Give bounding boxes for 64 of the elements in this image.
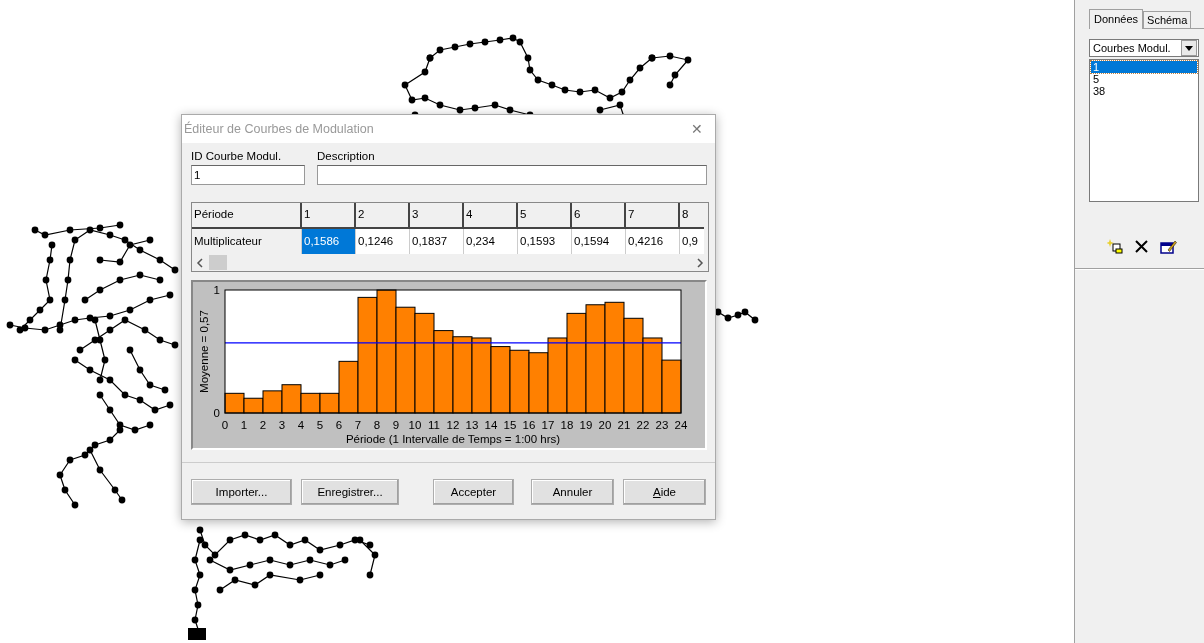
close-button[interactable]: ✕ xyxy=(683,121,711,137)
field-label: ID Courbe Modul. xyxy=(191,150,283,162)
x-tick-label: 13 xyxy=(465,419,479,431)
description-field[interactable] xyxy=(317,165,707,185)
x-tick-label: 15 xyxy=(503,419,517,431)
x-tick-label: 16 xyxy=(522,419,536,431)
panel-tab[interactable]: Schéma xyxy=(1143,11,1192,28)
multiplier-cell[interactable]: 0,9 xyxy=(680,229,704,254)
x-tick-label: 18 xyxy=(560,419,574,431)
dialog-button[interactable]: Accepter xyxy=(433,479,514,505)
x-tick-label: 20 xyxy=(598,419,612,431)
caret-icon xyxy=(1185,45,1193,51)
scroll-right-icon[interactable] xyxy=(697,257,704,268)
x-tick-label: 19 xyxy=(579,419,593,431)
x-tick-label: 23 xyxy=(655,419,669,431)
x-tick-label: 12 xyxy=(446,419,460,431)
y-tick-label: 1 xyxy=(213,284,220,296)
row-header: Multiplicateur xyxy=(192,229,302,254)
scrollbar-thumb[interactable] xyxy=(209,255,227,270)
list-item[interactable]: 38 xyxy=(1091,85,1197,97)
field-label: Description xyxy=(317,150,376,162)
panel-tab[interactable]: Données xyxy=(1089,9,1144,29)
scroll-left-icon[interactable] xyxy=(196,257,203,268)
y-tick-label: 0 xyxy=(213,407,220,419)
curve-id-field[interactable]: 1 xyxy=(191,165,305,185)
list-item[interactable]: 5 xyxy=(1091,73,1197,85)
x-tick-label: 10 xyxy=(408,419,422,431)
x-tick-label: 7 xyxy=(354,419,362,431)
multiplier-cell[interactable]: 0,1837 xyxy=(410,229,464,254)
x-tick-label: 0 xyxy=(221,419,229,431)
dialog-button[interactable]: Annuler xyxy=(531,479,614,505)
dialog-button[interactable]: Aide xyxy=(623,479,706,505)
x-tick-label: 21 xyxy=(617,419,631,431)
multiplier-cell[interactable]: 0,1594 xyxy=(572,229,626,254)
multiplier-cell[interactable]: 0,4216 xyxy=(626,229,680,254)
x-tick-label: 17 xyxy=(541,419,555,431)
x-tick-label: 22 xyxy=(636,419,650,431)
y-axis-label: Moyenne = 0,57 xyxy=(198,310,210,393)
x-tick-label: 4 xyxy=(297,419,305,431)
row-header: Période xyxy=(192,203,302,229)
x-tick-label: 2 xyxy=(259,419,267,431)
multiplier-cell[interactable]: 0,1593 xyxy=(518,229,572,254)
dialog-button[interactable]: Importer... xyxy=(191,479,292,505)
x-tick-label: 24 xyxy=(674,419,688,431)
category-dropdown[interactable]: Courbes Modul. xyxy=(1089,39,1199,57)
x-tick-label: 11 xyxy=(428,419,440,431)
close-icon[interactable] xyxy=(1135,239,1148,253)
multiplier-cell[interactable]: 0,234 xyxy=(464,229,518,254)
multiplier-cell[interactable]: 0,1586 xyxy=(302,229,356,254)
x-tick-label: 5 xyxy=(316,419,324,431)
x-tick-label: 9 xyxy=(392,419,400,431)
list-item[interactable]: 1 xyxy=(1091,61,1197,73)
x-tick-label: 8 xyxy=(373,419,381,431)
x-tick-label: 1 xyxy=(240,419,248,431)
window-title: Éditeur de Courbes de Modulation xyxy=(184,122,375,136)
x-tick-label: 6 xyxy=(335,419,343,431)
edit-icon[interactable] xyxy=(1160,238,1177,254)
x-tick-label: 14 xyxy=(484,419,498,431)
chart-bar xyxy=(300,392,321,414)
x-axis-label: Période (1 Intervalle de Temps = 1:00 hrs) xyxy=(345,433,561,445)
dialog-button[interactable]: Enregistrer... xyxy=(301,479,399,505)
x-tick-label: 3 xyxy=(278,419,286,431)
add-item-icon[interactable] xyxy=(1107,238,1123,254)
multiplier-cell[interactable]: 0,1246 xyxy=(356,229,410,254)
